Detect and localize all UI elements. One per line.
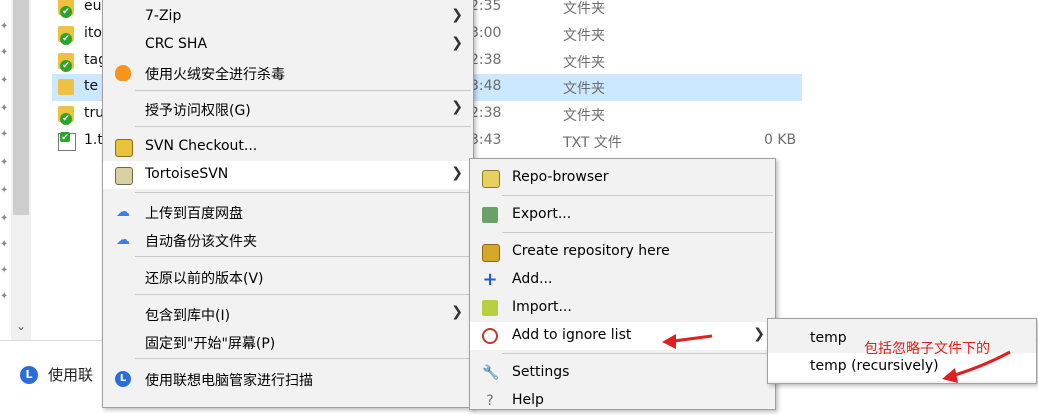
annotation-text: 包括忽略子文件下的: [864, 341, 990, 357]
annotation-arrow-ignore-list: [662, 334, 713, 349]
